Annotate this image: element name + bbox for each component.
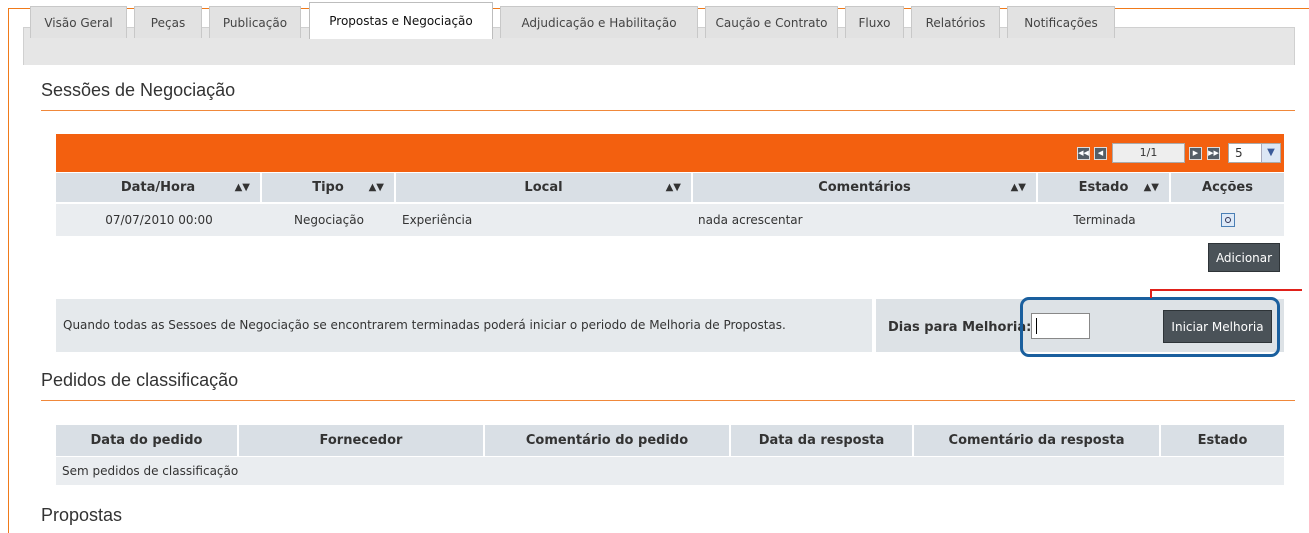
col-label: Local [524, 180, 563, 195]
col-tipo[interactable]: Tipo ▲▼ [262, 173, 396, 202]
col-fornecedor: Fornecedor [239, 425, 485, 456]
col-local[interactable]: Local ▲▼ [396, 173, 693, 202]
next-page-icon[interactable]: ▶ [1189, 147, 1202, 160]
cell-accoes [1171, 204, 1284, 236]
chevron-down-icon[interactable]: ▼ [1261, 144, 1280, 162]
col-label: Data/Hora [120, 180, 196, 195]
col-data-hora[interactable]: Data/Hora ▲▼ [56, 173, 262, 202]
col-label: Comentário do pedido [525, 433, 689, 448]
tab-notificacoes[interactable]: Notificações [1007, 6, 1115, 38]
col-label: Comentários [818, 180, 911, 195]
col-label: Data do pedido [90, 433, 203, 448]
col-estado[interactable]: Estado ▲▼ [1038, 173, 1171, 202]
col-comentario-pedido: Comentário do pedido [485, 425, 731, 456]
empty-message: Sem pedidos de classificação [62, 464, 239, 478]
tab-visao-geral[interactable]: Visão Geral [30, 6, 127, 38]
page-indicator[interactable]: 1/1 [1112, 143, 1185, 163]
last-page-icon[interactable]: ▶▶ [1207, 147, 1220, 160]
info-text: Quando todas as Sessoes de Negociação se… [63, 318, 786, 332]
sort-icon[interactable]: ▲▼ [666, 182, 681, 193]
col-label: Fornecedor [319, 433, 403, 448]
callout-line [1150, 289, 1302, 291]
tab-fluxo[interactable]: Fluxo [845, 6, 904, 38]
col-label: Estado [1197, 433, 1248, 448]
col-accoes: Acções [1171, 173, 1284, 202]
callout-line [1150, 289, 1152, 298]
sort-icon[interactable]: ▲▼ [369, 182, 384, 193]
tab-caucao-contrato[interactable]: Caução e Contrato [705, 6, 838, 38]
dias-label: Dias para Melhoria: [888, 320, 1032, 335]
col-label: Estado [1078, 180, 1129, 195]
col-label: Tipo [312, 180, 344, 195]
tab-adjudicacao-habilitacao[interactable]: Adjudicação e Habilitação [500, 6, 698, 38]
divider [41, 400, 1295, 401]
adicionar-button[interactable]: Adicionar [1208, 243, 1280, 272]
prev-page-icon[interactable]: ◀ [1094, 147, 1107, 160]
cell-comentarios: nada acrescentar [698, 213, 803, 227]
first-page-icon[interactable]: ◀◀ [1077, 147, 1090, 160]
col-label: Comentário da resposta [948, 433, 1125, 448]
tab-relatorios[interactable]: Relatórios [911, 6, 1000, 38]
col-data-pedido: Data do pedido [56, 425, 239, 456]
sort-icon[interactable]: ▲▼ [1144, 182, 1159, 193]
section-title-propostas: Propostas [41, 505, 123, 525]
col-label: Data da resposta [758, 433, 885, 448]
col-comentarios[interactable]: Comentários ▲▼ [693, 173, 1038, 202]
highlight-outline [1020, 297, 1280, 357]
tab-propostas-negociacao[interactable]: Propostas e Negociação [309, 2, 493, 39]
page-size-select[interactable]: 5 ▼ [1228, 143, 1281, 163]
sort-icon[interactable]: ▲▼ [1011, 182, 1026, 193]
cell-data-hora: 07/07/2010 00:00 [105, 213, 213, 227]
view-details-icon[interactable] [1220, 213, 1235, 227]
section-title-pedidos: Pedidos de classificação [41, 370, 239, 390]
tab-publicacao[interactable]: Publicação [209, 6, 301, 38]
cell-local: Experiência [402, 213, 473, 227]
section-title-sessoes: Sessões de Negociação [41, 80, 236, 100]
cell-estado: Terminada [1073, 213, 1136, 227]
cell-tipo: Negociação [294, 213, 364, 227]
col-label: Acções [1202, 180, 1253, 195]
page-size-value: 5 [1235, 146, 1243, 160]
sort-icon[interactable]: ▲▼ [235, 182, 250, 193]
col-estado-pedido: Estado [1161, 425, 1284, 456]
divider [41, 110, 1295, 111]
tab-pecas[interactable]: Peças [134, 6, 202, 38]
col-comentario-resposta: Comentário da resposta [914, 425, 1161, 456]
col-data-resposta: Data da resposta [731, 425, 914, 456]
